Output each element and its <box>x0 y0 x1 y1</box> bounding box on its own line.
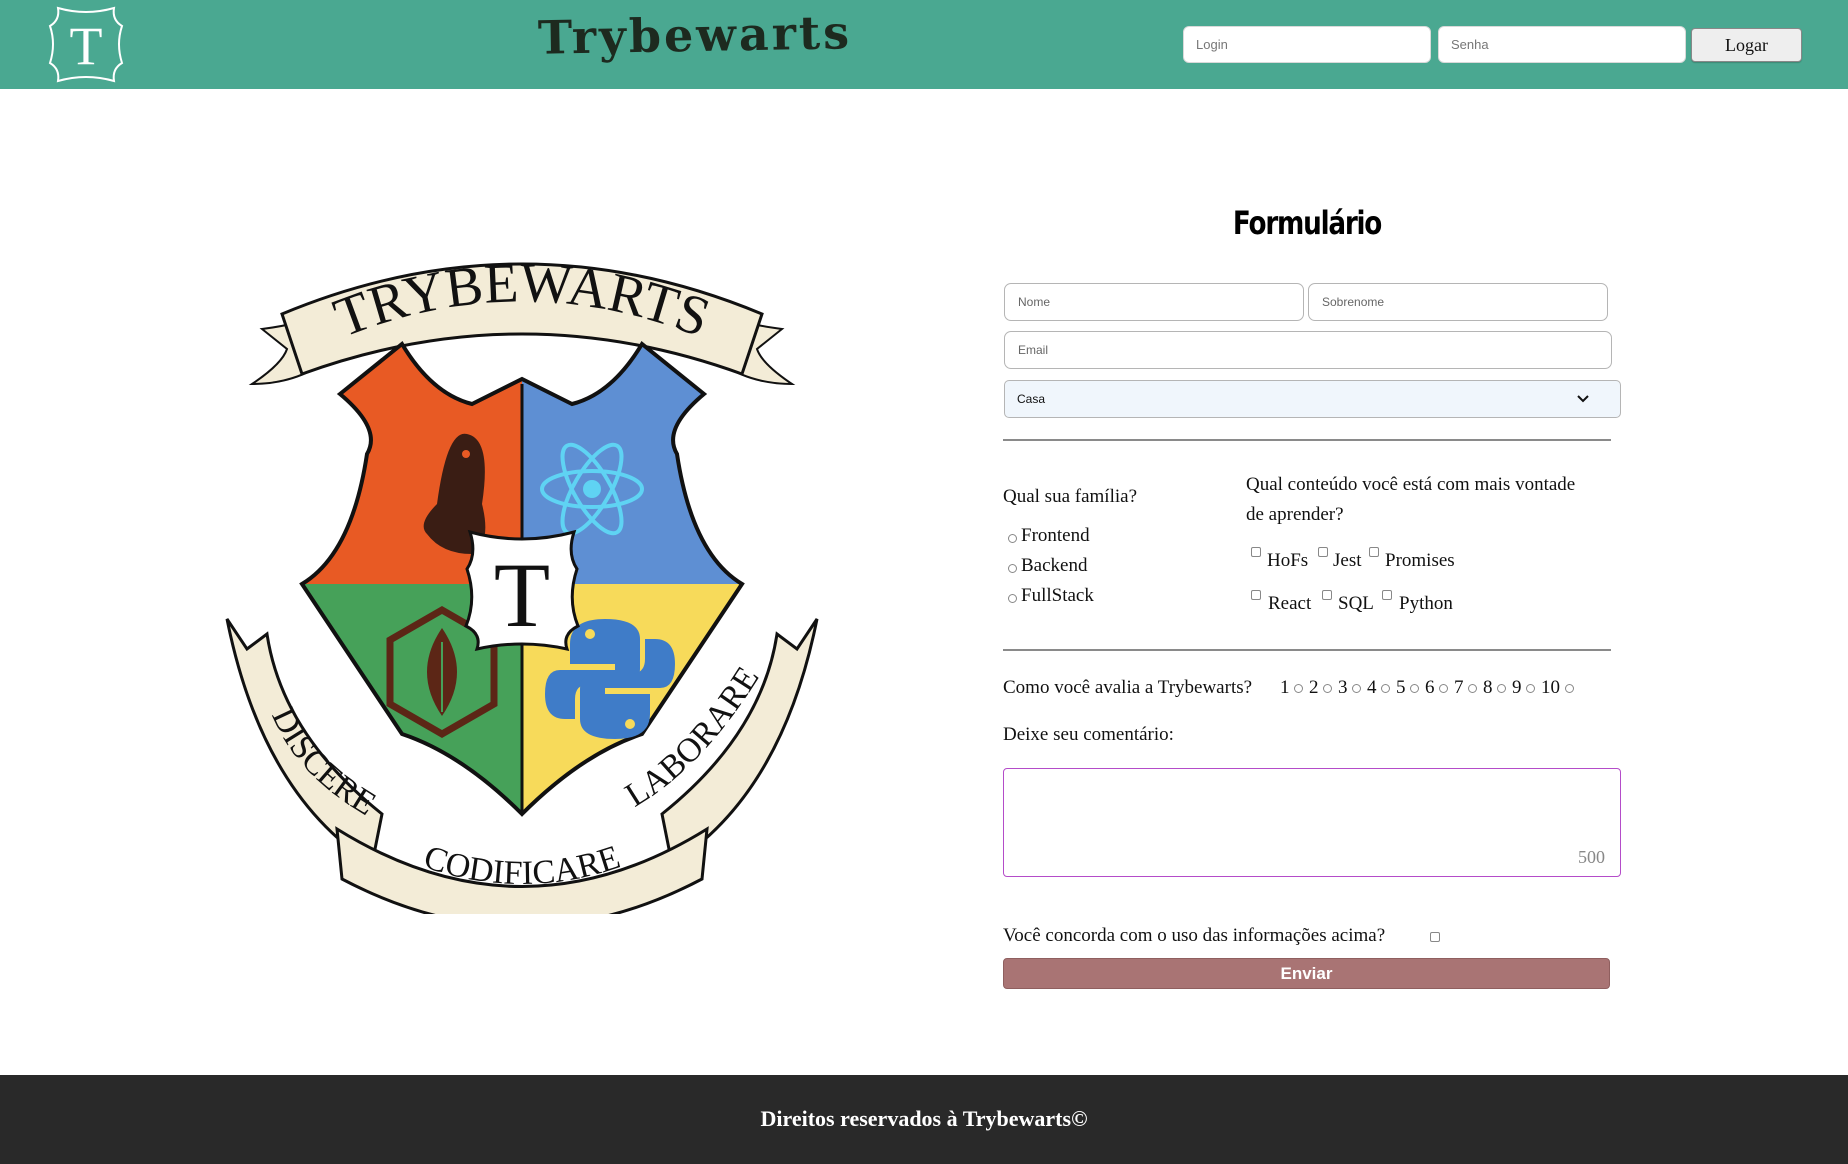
checkbox-react[interactable] <box>1251 590 1261 600</box>
comment-label: Deixe seu comentário: <box>1003 724 1174 745</box>
rating-question: Como você avalia a Trybewarts? <box>1003 677 1253 698</box>
first-name-input[interactable] <box>1004 283 1304 321</box>
char-counter: 500 <box>1578 847 1605 867</box>
form-title: Formulário <box>1232 204 1382 242</box>
rating-label-4: 4 <box>1367 677 1377 698</box>
rating-radio-8[interactable] <box>1497 684 1506 693</box>
login-input[interactable] <box>1183 26 1431 63</box>
agreement-label: Você concorda com o uso das informações … <box>1003 925 1386 946</box>
rating-radio-2[interactable] <box>1323 684 1332 693</box>
radio-fullstack[interactable] <box>1008 594 1017 603</box>
rating-label-8: 8 <box>1483 677 1493 698</box>
rating-label-10: 10 <box>1541 677 1560 698</box>
rating-label-6: 6 <box>1425 677 1435 698</box>
submit-button[interactable]: Enviar <box>1003 958 1610 989</box>
crest-center-letter: T <box>494 544 550 646</box>
family-option-frontend: Frontend <box>1021 525 1090 546</box>
last-name-input[interactable] <box>1308 283 1608 321</box>
comment-textarea[interactable] <box>1003 768 1621 877</box>
footer-text: Direitos reservados à Trybewarts© <box>760 1106 1088 1131</box>
checkbox-sql[interactable] <box>1322 590 1332 600</box>
content-question-line2: de aprender? <box>1246 504 1344 525</box>
rating-label-3: 3 <box>1338 677 1348 698</box>
house-select[interactable]: Casa <box>1004 380 1621 418</box>
rating-radio-9[interactable] <box>1526 684 1535 693</box>
rating-radio-1[interactable] <box>1294 684 1303 693</box>
login-button[interactable]: Logar <box>1691 28 1802 62</box>
rating-label-9: 9 <box>1512 677 1522 698</box>
family-question: Qual sua família? <box>1003 486 1138 507</box>
rating-label-5: 5 <box>1396 677 1406 698</box>
rating-label-1: 1 <box>1280 677 1290 698</box>
section-divider <box>1003 649 1611 651</box>
rating-radio-3[interactable] <box>1352 684 1361 693</box>
logo-letter: T <box>70 16 103 76</box>
content-option-react: React <box>1268 593 1312 614</box>
house-select-value: Casa <box>1017 392 1046 406</box>
checkbox-promises[interactable] <box>1369 547 1379 557</box>
radio-backend[interactable] <box>1008 564 1017 573</box>
content-option-sql: SQL <box>1338 593 1374 614</box>
section-divider <box>1003 439 1611 441</box>
trybewarts-crest-image: TRYBEWARTS T DISCERE CODIFICARE LABORARE <box>225 254 819 914</box>
agreement-checkbox[interactable] <box>1430 932 1440 942</box>
content-option-jest: Jest <box>1333 550 1362 571</box>
brand-title: Trybewarts <box>537 5 853 65</box>
content-option-python: Python <box>1399 593 1453 614</box>
trybewarts-logo-icon: T <box>48 6 124 83</box>
rating-radio-5[interactable] <box>1410 684 1419 693</box>
rating-radio-4[interactable] <box>1381 684 1390 693</box>
checkbox-hofs[interactable] <box>1251 547 1261 557</box>
checkbox-python[interactable] <box>1382 590 1392 600</box>
checkbox-jest[interactable] <box>1318 547 1328 557</box>
family-option-fullstack: FullStack <box>1021 585 1094 606</box>
radio-frontend[interactable] <box>1008 534 1017 543</box>
rating-label-2: 2 <box>1309 677 1319 698</box>
content-question-line1: Qual conteúdo você está com mais vontade <box>1246 474 1576 495</box>
content-option-hofs: HoFs <box>1267 550 1309 571</box>
content-option-promises: Promises <box>1385 550 1455 571</box>
rating-radio-7[interactable] <box>1468 684 1477 693</box>
rating-radio-10[interactable] <box>1565 684 1574 693</box>
password-input[interactable] <box>1438 26 1686 63</box>
email-input[interactable] <box>1004 331 1612 369</box>
family-option-backend: Backend <box>1021 555 1088 576</box>
rating-label-7: 7 <box>1454 677 1464 698</box>
rating-radio-6[interactable] <box>1439 684 1448 693</box>
